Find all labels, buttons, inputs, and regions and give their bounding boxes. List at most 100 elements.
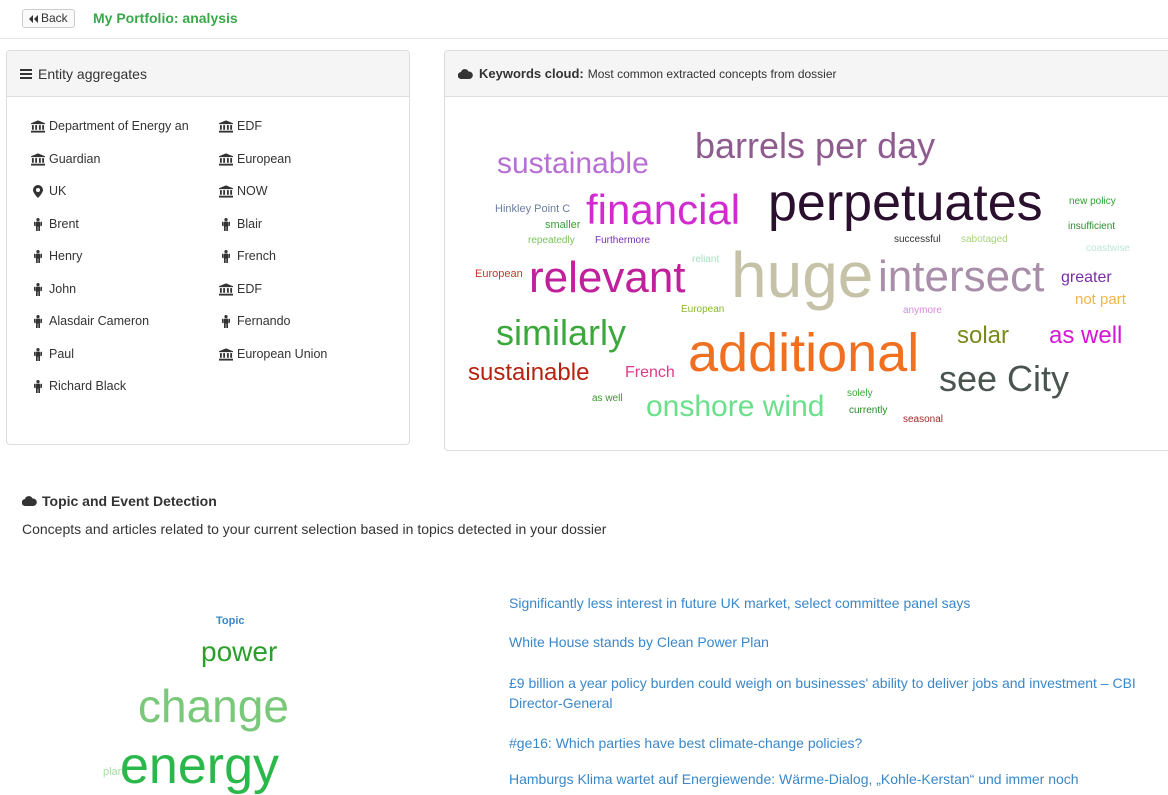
page-title: My Portfolio: analysis	[93, 10, 238, 26]
keyword[interactable]: insufficient	[1068, 222, 1115, 232]
institution-icon	[219, 184, 233, 198]
fast-backward-icon	[29, 14, 38, 23]
keywords-cloud-panel: Keywords cloud: Most common extracted co…	[444, 50, 1168, 451]
keyword[interactable]: smaller	[545, 220, 580, 231]
keyword[interactable]: see City	[939, 361, 1069, 397]
entity-item[interactable]: John	[31, 282, 189, 315]
entity-item[interactable]: Brent	[31, 217, 189, 250]
topic-word[interactable]: Topic	[216, 616, 245, 627]
back-button[interactable]: Back	[22, 9, 75, 28]
keyword[interactable]: as well	[592, 394, 623, 404]
entity-aggregates-panel: Entity aggregates Department of Energy a…	[6, 50, 410, 445]
person-icon	[31, 249, 45, 263]
topic-section-title-text: Topic and Event Detection	[42, 493, 217, 509]
keyword[interactable]: similarly	[496, 315, 626, 351]
person-icon	[219, 249, 233, 263]
keyword[interactable]: European	[681, 305, 724, 315]
entity-item[interactable]: European	[219, 152, 327, 185]
entity-item[interactable]: Blair	[219, 217, 327, 250]
entity-item[interactable]: Alasdair Cameron	[31, 314, 189, 347]
article-link[interactable]: White House stands by Clean Power Plan	[509, 632, 1159, 652]
topic-word[interactable]: power	[201, 638, 277, 666]
entity-label: European Union	[237, 346, 328, 361]
entity-panel-title: Entity aggregates	[38, 65, 147, 82]
keyword[interactable]: new policy	[1069, 197, 1116, 207]
keyword[interactable]: sustainable	[468, 361, 589, 385]
keyword[interactable]: Furthermore	[595, 236, 650, 246]
article-link[interactable]: Hamburgs Klima wartet auf Energiewende: …	[509, 769, 1079, 789]
entity-panel-header: Entity aggregates	[7, 51, 409, 97]
institution-icon	[219, 347, 233, 361]
keyword[interactable]: huge	[731, 243, 873, 307]
topic-section-description: Concepts and articles related to your cu…	[22, 521, 607, 537]
keyword[interactable]: barrels per day	[695, 128, 935, 164]
entity-item[interactable]: NOW	[219, 184, 327, 217]
topic-word[interactable]: change	[138, 683, 289, 729]
entity-label: Guardian	[49, 151, 101, 166]
keyword[interactable]: relevant	[529, 256, 686, 300]
keyword[interactable]: coastwise	[1086, 244, 1130, 254]
entity-label: EDF	[237, 119, 262, 133]
keyword[interactable]: reliant	[692, 255, 719, 265]
entity-label: Richard Black	[49, 379, 127, 393]
keyword[interactable]: perpetuates	[768, 177, 1043, 229]
keyword[interactable]: successful	[894, 235, 941, 245]
entity-item[interactable]: EDF	[219, 119, 327, 152]
keyword[interactable]: seasonal	[903, 415, 943, 425]
keyword[interactable]: European	[475, 269, 523, 280]
entity-label: Department of Energy an	[49, 119, 189, 133]
article-link[interactable]: #ge16: Which parties have best climate-c…	[509, 733, 1159, 753]
entity-item[interactable]: European Union	[219, 347, 327, 380]
article-link[interactable]: £9 billion a year policy burden could we…	[509, 673, 1159, 713]
menu-icon	[20, 68, 32, 79]
entity-item[interactable]: UK	[31, 184, 189, 217]
entity-item[interactable]: Henry	[31, 249, 189, 282]
entity-label: French	[237, 249, 276, 263]
keyword[interactable]: intersect	[878, 255, 1044, 299]
keyword[interactable]: sustainable	[497, 149, 649, 179]
institution-icon	[219, 282, 233, 296]
entity-item[interactable]: Fernando	[219, 314, 327, 347]
article-link[interactable]: Significantly less interest in future UK…	[509, 593, 1159, 613]
topic-word[interactable]: energy	[120, 740, 279, 792]
keywords-panel-title: Keywords cloud:	[479, 66, 584, 81]
keyword[interactable]: financial	[586, 189, 740, 231]
top-bar: Back My Portfolio: analysis	[0, 0, 1168, 39]
keyword[interactable]: anymore	[903, 306, 942, 316]
person-icon	[31, 379, 45, 393]
keyword[interactable]: onshore wind	[646, 392, 824, 422]
keyword[interactable]: additional	[688, 326, 919, 380]
entity-item[interactable]: Department of Energy an	[31, 119, 189, 152]
entity-label: EDF	[237, 281, 262, 296]
cloud-icon	[21, 493, 37, 509]
entity-label: Brent	[49, 216, 79, 231]
entity-item[interactable]: Paul	[31, 347, 189, 380]
keyword[interactable]: currently	[849, 406, 887, 416]
topic-section-title: Topic and Event Detection	[21, 493, 217, 509]
entity-column-1: Department of Energy an Guardian UK Brent He…	[31, 119, 189, 412]
keyword[interactable]: solar	[957, 324, 1009, 348]
person-icon	[31, 347, 45, 361]
institution-icon	[31, 119, 45, 133]
keyword[interactable]: Hinkley Point C	[495, 204, 570, 215]
institution-icon	[31, 152, 45, 166]
entity-item[interactable]: EDF	[219, 282, 327, 315]
entity-item[interactable]: Guardian	[31, 152, 189, 185]
entity-label: Fernando	[237, 314, 291, 328]
cloud-icon	[458, 68, 473, 79]
entity-label: European	[237, 151, 292, 166]
entity-label: Blair	[237, 216, 263, 231]
entity-item[interactable]: French	[219, 249, 327, 282]
keyword[interactable]: not part	[1075, 292, 1126, 307]
keyword[interactable]: greater	[1061, 270, 1112, 286]
entity-label: NOW	[237, 184, 268, 198]
person-icon	[219, 217, 233, 231]
keyword[interactable]: solely	[847, 389, 873, 399]
entity-item[interactable]: Richard Black	[31, 379, 189, 412]
keyword[interactable]: sabotaged	[961, 235, 1008, 245]
person-icon	[219, 314, 233, 328]
keyword[interactable]: as well	[1049, 324, 1122, 348]
person-icon	[31, 314, 45, 328]
keyword[interactable]: repeatedly	[528, 236, 575, 246]
keyword[interactable]: French	[625, 365, 675, 381]
